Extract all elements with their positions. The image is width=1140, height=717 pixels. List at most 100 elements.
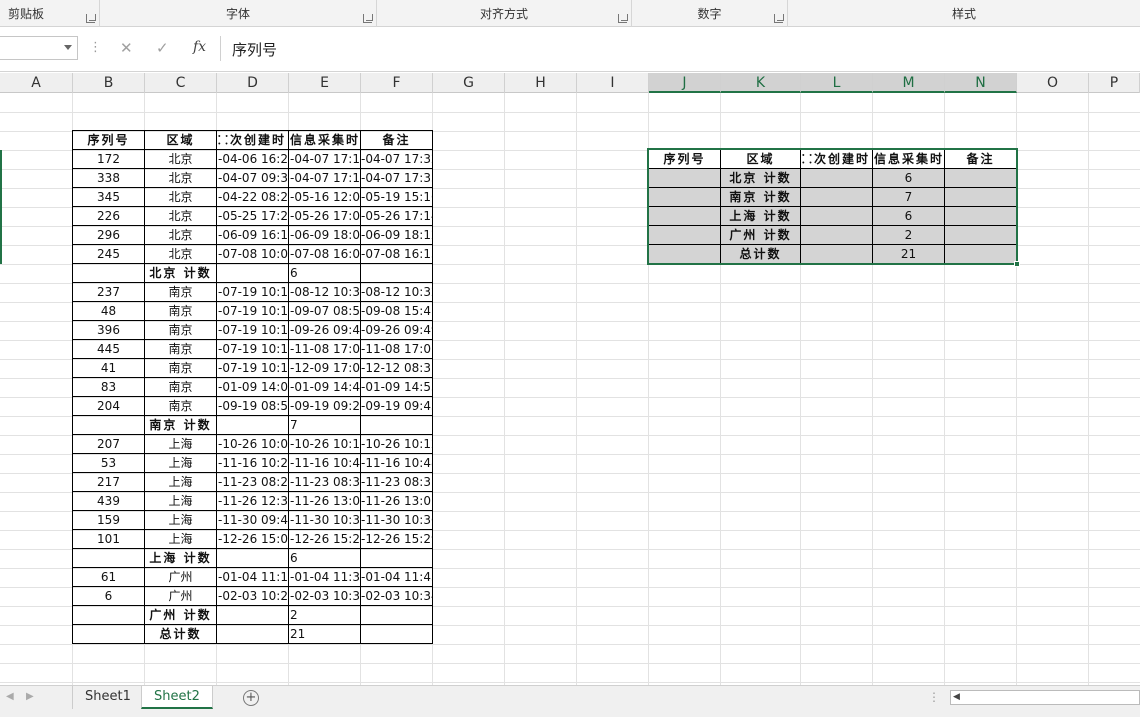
table-cell[interactable]: -04-07 09:3: [216, 168, 289, 188]
table-cell[interactable]: -04-07 17:1: [288, 149, 361, 169]
table-cell[interactable]: [944, 244, 1017, 264]
table-cell[interactable]: -07-19 10:1: [216, 339, 289, 359]
table-cell[interactable]: 上海 计数: [720, 206, 801, 226]
table-cell[interactable]: 北京: [144, 149, 217, 169]
table-cell[interactable]: 7: [288, 415, 361, 435]
table-header-cell[interactable]: 备注: [944, 149, 1017, 169]
table-cell[interactable]: -12-12 08:31:02: [360, 358, 433, 378]
table-cell[interactable]: 南京 计数: [720, 187, 801, 207]
table-cell[interactable]: -11-30 10:36:25: [360, 510, 433, 530]
column-header-k[interactable]: K: [721, 73, 801, 93]
tab-sheet1[interactable]: Sheet1: [72, 686, 143, 709]
table-cell[interactable]: 北京: [144, 206, 217, 226]
table-cell[interactable]: -09-08 15:41:15: [360, 301, 433, 321]
column-header-i[interactable]: I: [577, 73, 649, 93]
table-cell[interactable]: 北京 计数: [144, 263, 217, 283]
column-header-n[interactable]: N: [945, 73, 1017, 93]
table-cell[interactable]: [944, 225, 1017, 245]
table-cell[interactable]: [800, 225, 873, 245]
table-cell[interactable]: -11-23 08:37:08: [360, 472, 433, 492]
table-cell[interactable]: 总计数: [720, 244, 801, 264]
column-header-b[interactable]: B: [73, 73, 145, 93]
table-cell[interactable]: 上海: [144, 472, 217, 492]
table-cell[interactable]: [216, 415, 289, 435]
dialog-launcher-icon[interactable]: [774, 14, 784, 23]
table-cell[interactable]: [648, 225, 721, 245]
table-cell[interactable]: 21: [872, 244, 945, 264]
add-sheet-button[interactable]: +: [243, 690, 259, 706]
table-cell[interactable]: [800, 206, 873, 226]
table-cell[interactable]: 6: [288, 263, 361, 283]
table-header-cell[interactable]: 区域: [720, 149, 801, 169]
table-cell[interactable]: 南京: [144, 282, 217, 302]
table-cell[interactable]: -07-08 16:13:11: [360, 244, 433, 264]
table-cell[interactable]: 南京: [144, 396, 217, 416]
table-header-cell[interactable]: 信息采集时: [288, 130, 361, 150]
table-cell[interactable]: -01-04 11:3: [288, 567, 361, 587]
dialog-launcher-icon[interactable]: [363, 14, 373, 23]
column-header-p[interactable]: P: [1089, 73, 1140, 93]
enter-check-icon[interactable]: ✓: [156, 39, 169, 57]
table-cell[interactable]: -11-30 10:3: [288, 510, 361, 530]
table-cell[interactable]: -12-26 15:29:28: [360, 529, 433, 549]
table-cell[interactable]: 226: [72, 206, 145, 226]
table-cell[interactable]: -05-19 15:16:45: [360, 187, 433, 207]
table-cell[interactable]: 北京 计数: [720, 168, 801, 188]
table-cell[interactable]: 6: [288, 548, 361, 568]
table-header-cell[interactable]: ⸬次创建时: [216, 130, 289, 150]
table-cell[interactable]: -08-12 10:3: [288, 282, 361, 302]
tab-sheet2[interactable]: Sheet2: [141, 686, 213, 709]
table-cell[interactable]: -04-07 17:32:23: [360, 149, 433, 169]
table-cell[interactable]: 广州 计数: [144, 605, 217, 625]
table-cell[interactable]: 237: [72, 282, 145, 302]
table-cell[interactable]: [360, 624, 433, 644]
column-header-j[interactable]: J: [649, 73, 721, 93]
column-header-h[interactable]: H: [505, 73, 577, 93]
table-cell[interactable]: -04-22 08:2: [216, 187, 289, 207]
table-cell[interactable]: -11-26 13:0: [288, 491, 361, 511]
table-cell[interactable]: [360, 415, 433, 435]
table-cell[interactable]: 41: [72, 358, 145, 378]
table-cell[interactable]: -11-16 10:48:24: [360, 453, 433, 473]
table-cell[interactable]: 439: [72, 491, 145, 511]
table-cell[interactable]: -02-03 10:34:23: [360, 586, 433, 606]
name-box[interactable]: [0, 36, 78, 60]
table-cell[interactable]: 北京: [144, 187, 217, 207]
table-cell[interactable]: -07-08 10:0: [216, 244, 289, 264]
table-cell[interactable]: [648, 187, 721, 207]
table-cell[interactable]: -09-26 09:4: [288, 320, 361, 340]
table-cell[interactable]: 南京: [144, 377, 217, 397]
table-cell[interactable]: 2: [288, 605, 361, 625]
scroll-left-icon[interactable]: ◀: [953, 692, 960, 702]
fill-handle[interactable]: [1014, 261, 1020, 267]
table-cell[interactable]: [72, 415, 145, 435]
table-cell[interactable]: -11-23 08:3: [288, 472, 361, 492]
table-cell[interactable]: -12-09 17:0: [288, 358, 361, 378]
table-cell[interactable]: 245: [72, 244, 145, 264]
table-cell[interactable]: -07-19 10:1: [216, 301, 289, 321]
table-cell[interactable]: -01-04 11:1: [216, 567, 289, 587]
column-header-e[interactable]: E: [289, 73, 361, 93]
table-cell[interactable]: 6: [872, 206, 945, 226]
table-cell[interactable]: -11-26 13:07:12: [360, 491, 433, 511]
table-cell[interactable]: -07-19 10:1: [216, 282, 289, 302]
table-cell[interactable]: [360, 263, 433, 283]
chevron-down-icon[interactable]: [64, 45, 72, 50]
table-header-cell[interactable]: 序列号: [648, 149, 721, 169]
insert-function-icon[interactable]: fx: [193, 39, 206, 55]
table-cell[interactable]: 南京: [144, 339, 217, 359]
table-cell[interactable]: -10-26 10:0: [216, 434, 289, 454]
table-cell[interactable]: [216, 548, 289, 568]
table-cell[interactable]: -09-07 08:5: [288, 301, 361, 321]
table-cell[interactable]: 53: [72, 453, 145, 473]
table-cell[interactable]: -04-07 17:33:16: [360, 168, 433, 188]
table-cell[interactable]: 207: [72, 434, 145, 454]
tab-scroll-left-icon[interactable]: ◀: [6, 691, 14, 702]
tab-scroll-right-icon[interactable]: ▶: [26, 691, 34, 702]
table-cell[interactable]: [800, 244, 873, 264]
table-cell[interactable]: -11-26 12:3: [216, 491, 289, 511]
formula-input[interactable]: 序列号: [232, 39, 277, 60]
column-header-g[interactable]: G: [433, 73, 505, 93]
table-cell[interactable]: 北京: [144, 168, 217, 188]
table-cell[interactable]: -12-26 15:0: [216, 529, 289, 549]
